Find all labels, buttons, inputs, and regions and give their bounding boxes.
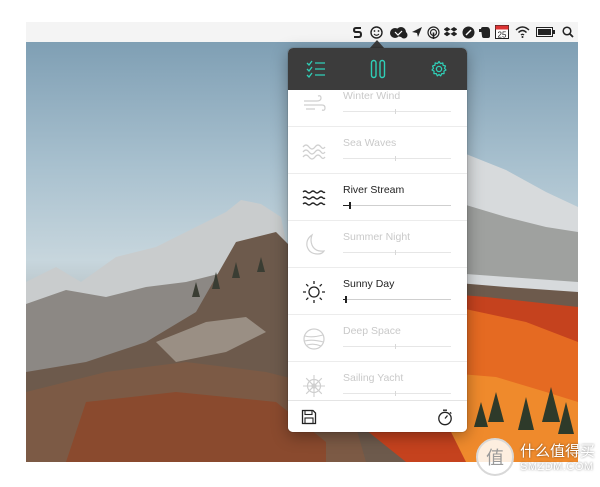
search-icon[interactable] <box>562 25 574 39</box>
airdrop-icon[interactable] <box>427 25 440 39</box>
sound-row-sailing-yacht[interactable]: Sailing Yacht <box>288 362 467 400</box>
volume-slider[interactable] <box>343 344 451 349</box>
smiley-icon[interactable] <box>369 25 383 39</box>
battery-icon[interactable] <box>536 25 556 39</box>
sound-name: River Stream <box>343 184 405 196</box>
wifi-icon[interactable] <box>514 25 530 39</box>
volume-slider[interactable] <box>343 202 451 209</box>
sound-row-winter-wind[interactable]: Winter Wind <box>288 90 467 127</box>
watermark: 值 什么值得买 SMZDM.COM <box>476 436 596 482</box>
volume-slider[interactable] <box>343 296 451 303</box>
sun-icon <box>302 280 326 304</box>
popover-footer <box>288 400 467 432</box>
sound-name: Sea Waves <box>343 137 397 149</box>
sound-row-river-stream[interactable]: River Stream <box>288 174 467 221</box>
ambient-sounds-popover: Winter Wind Sea Waves River Stream Summe… <box>288 48 467 432</box>
popover-header <box>288 48 467 90</box>
s-app-icon[interactable] <box>352 25 362 39</box>
sound-row-summer-night[interactable]: Summer Night <box>288 221 467 268</box>
slider-thumb[interactable] <box>395 344 396 349</box>
svg-text:25: 25 <box>498 31 507 40</box>
timer-icon[interactable] <box>435 407 455 427</box>
planet-icon <box>302 327 326 351</box>
moon-icon <box>302 233 326 257</box>
river-icon <box>302 186 326 210</box>
send-icon[interactable] <box>410 25 423 39</box>
dropbox-icon[interactable] <box>444 25 457 39</box>
slider-thumb[interactable] <box>395 250 396 255</box>
slider-thumb[interactable] <box>395 109 396 114</box>
watermark-en-text: SMZDM.COM <box>520 461 594 473</box>
slider-thumb[interactable] <box>345 296 347 303</box>
sound-list: Winter Wind Sea Waves River Stream Summe… <box>288 90 467 400</box>
waves-icon <box>302 139 326 163</box>
pause-icon[interactable] <box>367 58 389 80</box>
calendar-icon[interactable]: 25 <box>495 25 509 39</box>
volume-slider[interactable] <box>343 391 451 396</box>
sound-row-deep-space[interactable]: Deep Space <box>288 315 467 362</box>
sound-name: Winter Wind <box>343 90 401 102</box>
slider-thumb[interactable] <box>349 202 351 209</box>
sound-name: Deep Space <box>343 325 401 337</box>
watermark-logo: 值 <box>476 438 514 476</box>
circle-app-icon[interactable] <box>462 25 475 39</box>
sound-row-sea-waves[interactable]: Sea Waves <box>288 127 467 174</box>
wind-icon <box>302 92 326 116</box>
checklist-icon[interactable] <box>305 58 327 80</box>
slider-thumb[interactable] <box>395 156 396 161</box>
ship-wheel-icon <box>302 374 326 398</box>
sound-name: Sailing Yacht <box>343 372 404 384</box>
slider-thumb[interactable] <box>395 391 396 396</box>
sound-name: Summer Night <box>343 231 411 243</box>
watermark-cn-text: 什么值得买 <box>520 442 596 460</box>
volume-slider[interactable] <box>343 109 451 114</box>
screenshot: 25 Winter Wind Sea Waves River Stream Su… <box>0 0 600 487</box>
volume-slider[interactable] <box>343 250 451 255</box>
save-icon[interactable] <box>299 407 319 427</box>
cloud-app-icon[interactable] <box>388 25 408 39</box>
sound-name: Sunny Day <box>343 278 395 290</box>
sound-row-sunny-day[interactable]: Sunny Day <box>288 268 467 315</box>
gear-icon[interactable] <box>428 58 450 80</box>
volume-slider[interactable] <box>343 156 451 161</box>
evernote-icon[interactable] <box>479 25 491 39</box>
